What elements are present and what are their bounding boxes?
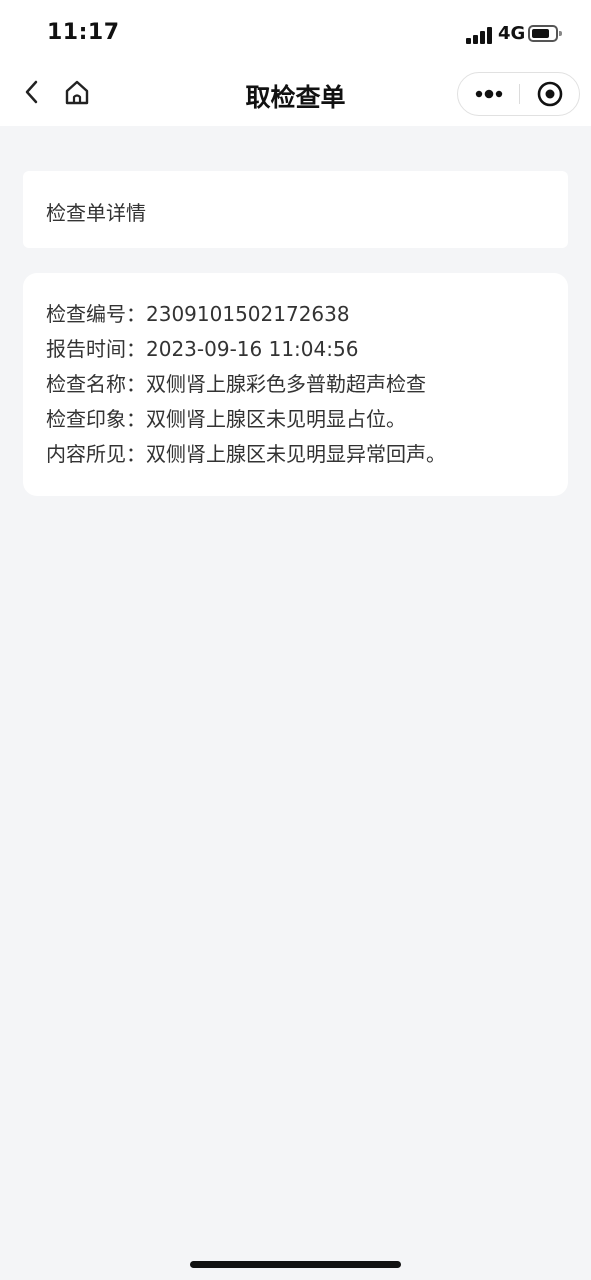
detail-label: 检查名称： <box>46 372 146 396</box>
detail-value: 2309101502172638 <box>146 302 350 326</box>
detail-label: 检查编号： <box>46 302 146 326</box>
mini-program-capsule <box>457 72 580 116</box>
home-indicator[interactable] <box>190 1261 401 1268</box>
status-bar: 11:17 4G <box>0 0 591 70</box>
status-time: 11:17 <box>47 20 120 45</box>
top-bar: 11:17 4G 取检查单 <box>0 0 591 126</box>
detail-value: 双侧肾上腺彩色多普勒超声检查 <box>146 372 426 396</box>
detail-row-exam-name: 检查名称：双侧肾上腺彩色多普勒超声检查 <box>46 367 446 402</box>
close-button[interactable] <box>520 73 580 115</box>
detail-label: 报告时间： <box>46 337 146 361</box>
detail-label: 检查印象： <box>46 407 146 431</box>
detail-list: 检查编号：2309101502172638 报告时间：2023-09-16 11… <box>46 297 446 472</box>
more-button[interactable] <box>458 73 519 115</box>
nav-bar: 取检查单 <box>0 70 591 126</box>
detail-row-impression: 检查印象：双侧肾上腺区未见明显占位。 <box>46 402 446 437</box>
detail-value: 2023-09-16 11:04:56 <box>146 337 359 361</box>
detail-card: 检查编号：2309101502172638 报告时间：2023-09-16 11… <box>23 273 568 496</box>
section-title: 检查单详情 <box>46 201 146 225</box>
detail-row-findings: 内容所见：双侧肾上腺区未见明显异常回声。 <box>46 437 446 472</box>
detail-row-report-time: 报告时间：2023-09-16 11:04:56 <box>46 332 446 367</box>
network-type: 4G <box>498 23 526 44</box>
detail-row-exam-number: 检查编号：2309101502172638 <box>46 297 446 332</box>
section-header-card: 检查单详情 <box>23 171 568 248</box>
battery-icon <box>528 25 562 42</box>
target-close-icon <box>537 81 563 107</box>
more-dots-icon <box>475 89 503 99</box>
signal-icon <box>466 26 494 44</box>
detail-label: 内容所见： <box>46 442 146 466</box>
detail-value: 双侧肾上腺区未见明显异常回声。 <box>146 442 446 466</box>
detail-value: 双侧肾上腺区未见明显占位。 <box>146 407 406 431</box>
